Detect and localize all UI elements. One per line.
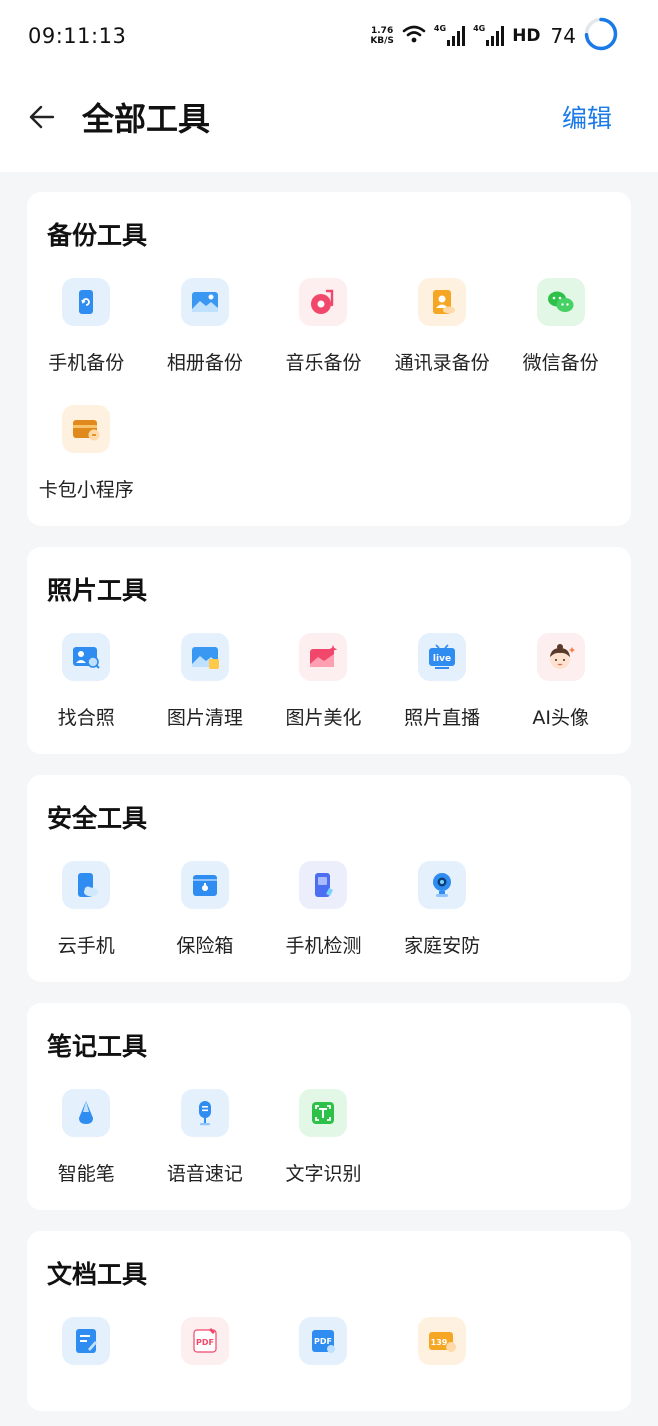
music-backup-icon [299, 278, 348, 326]
tool-label: 卡包小程序 [38, 479, 134, 501]
nav-bar: 全部工具 编辑 [0, 72, 658, 162]
wechat-backup-icon [536, 278, 585, 326]
svg-text:PDF: PDF [315, 1337, 333, 1346]
svg-text:live: live [433, 654, 451, 664]
phone-check-icon [299, 861, 348, 909]
tool-label: 语音速记 [166, 1163, 243, 1185]
cloud-phone-icon [62, 861, 111, 909]
tool-phone-check[interactable]: 手机检测 [264, 861, 383, 958]
section-security-tools: 安全工具 云手机 保险箱 手机检测 家庭安防 [27, 775, 631, 982]
tool-label: 照片直播 [404, 707, 481, 729]
battery-ring-icon [584, 17, 618, 55]
tool-home-security[interactable]: 家庭安防 [383, 861, 502, 958]
photo-beautify-icon [299, 633, 348, 681]
tool-label: 云手机 [57, 935, 115, 957]
tool-photo-beautify[interactable]: 图片美化 [264, 633, 383, 730]
pdf-convert-icon: PDF [299, 1317, 348, 1365]
top-bar: 09:11:13 1.76 KB/S 4G 4G HD 74 全部工具 编辑 [0, 0, 658, 172]
phone-backup-icon [62, 278, 111, 326]
signal-2-icon: 4G [473, 24, 505, 46]
contacts-backup-icon [418, 278, 467, 326]
voice-note-icon [180, 1089, 229, 1137]
tool-mail-139[interactable]: 139 [383, 1317, 502, 1387]
photo-live-icon: live [418, 633, 467, 681]
section-title: 安全工具 [47, 804, 148, 833]
status-bar: 09:11:13 1.76 KB/S 4G 4G HD 74 [0, 0, 658, 72]
tool-group-photo[interactable]: 找合照 [27, 633, 146, 730]
section-photo-tools: 照片工具 找合照 图片清理 图片美化 live 照片直播 AI头像 [27, 547, 631, 754]
section-title: 文档工具 [47, 1260, 148, 1289]
section-note-tools: 笔记工具 智能笔 语音速记 文字识别 [27, 1003, 631, 1210]
tool-ai-avatar[interactable]: AI头像 [501, 633, 620, 730]
battery-level: 74 [550, 24, 576, 48]
tool-doc-edit[interactable] [27, 1317, 146, 1387]
tool-pdf[interactable]: PDF [146, 1317, 265, 1387]
svg-text:PDF: PDF [196, 1338, 214, 1347]
network-speed-value: 1.76 [371, 26, 394, 36]
tool-label: 音乐备份 [285, 352, 362, 374]
network-speed: 1.76 KB/S [370, 26, 394, 46]
signal-1-label: 4G [433, 24, 447, 33]
tool-label: 智能笔 [57, 1163, 115, 1185]
section-backup-tools: 备份工具 手机备份 相册备份 音乐备份 通讯录备份 微信备份 卡包小程序 [27, 192, 631, 526]
status-icons: 1.76 KB/S 4G 4G HD 74 [370, 17, 618, 55]
tools-content: 备份工具 手机备份 相册备份 音乐备份 通讯录备份 微信备份 卡包小程序 照片工… [0, 172, 658, 1411]
tool-smart-pen[interactable]: 智能笔 [27, 1089, 146, 1186]
tool-voice-note[interactable]: 语音速记 [146, 1089, 265, 1186]
tool-label: 手机检测 [285, 935, 362, 957]
network-speed-unit: KB/S [370, 36, 394, 46]
tool-wechat-backup[interactable]: 微信备份 [501, 278, 620, 375]
home-camera-icon [418, 861, 467, 909]
tool-label: 文字识别 [285, 1163, 362, 1185]
signal-2-label: 4G [473, 24, 486, 33]
tool-label: 家庭安防 [404, 935, 481, 957]
photo-clean-icon [180, 633, 229, 681]
mail-139-icon: 139 [418, 1317, 467, 1365]
card-wallet-icon [62, 405, 111, 453]
tool-photo-clean[interactable]: 图片清理 [146, 633, 265, 730]
group-photo-icon [62, 633, 111, 681]
section-title: 备份工具 [47, 221, 148, 250]
ai-avatar-icon [536, 633, 585, 681]
edit-button[interactable]: 编辑 [562, 99, 612, 135]
safe-box-icon [180, 861, 229, 909]
section-title: 照片工具 [47, 576, 148, 605]
tool-album-backup[interactable]: 相册备份 [146, 278, 265, 375]
tool-label: 图片美化 [285, 707, 362, 729]
doc-edit-icon [62, 1317, 111, 1365]
smart-pen-icon [62, 1089, 111, 1137]
tool-pdf-convert[interactable]: PDF [264, 1317, 383, 1387]
tool-phone-backup[interactable]: 手机备份 [27, 278, 146, 375]
tool-photo-live[interactable]: live 照片直播 [383, 633, 502, 730]
wifi-icon [402, 24, 426, 48]
section-document-tools: 文档工具 PDF PDF 139 [27, 1231, 631, 1411]
text-ocr-icon [299, 1089, 348, 1137]
tool-label: AI头像 [532, 707, 589, 729]
page-title: 全部工具 [82, 100, 211, 138]
signal-1-icon: 4G [433, 24, 466, 46]
status-time: 09:11:13 [28, 24, 127, 48]
tool-contacts-backup[interactable]: 通讯录备份 [383, 278, 502, 375]
tool-label: 找合照 [57, 707, 115, 729]
album-backup-icon [180, 278, 229, 326]
svg-text:139: 139 [431, 1338, 448, 1347]
tool-cloud-phone[interactable]: 云手机 [27, 861, 146, 958]
tool-label: 通讯录备份 [394, 352, 490, 374]
tool-label: 图片清理 [166, 707, 243, 729]
hd-indicator: HD [512, 26, 541, 46]
pdf-tool-icon: PDF [180, 1317, 229, 1365]
section-title: 笔记工具 [47, 1032, 148, 1061]
tool-card-wallet[interactable]: 卡包小程序 [27, 405, 146, 502]
tool-label: 相册备份 [166, 352, 243, 374]
back-arrow-icon[interactable] [28, 102, 58, 132]
tool-text-ocr[interactable]: 文字识别 [264, 1089, 383, 1186]
tool-label: 微信备份 [522, 352, 599, 374]
tool-label: 保险箱 [176, 935, 234, 957]
tool-label: 手机备份 [48, 352, 125, 374]
tool-safe-box[interactable]: 保险箱 [146, 861, 265, 958]
tool-music-backup[interactable]: 音乐备份 [264, 278, 383, 375]
